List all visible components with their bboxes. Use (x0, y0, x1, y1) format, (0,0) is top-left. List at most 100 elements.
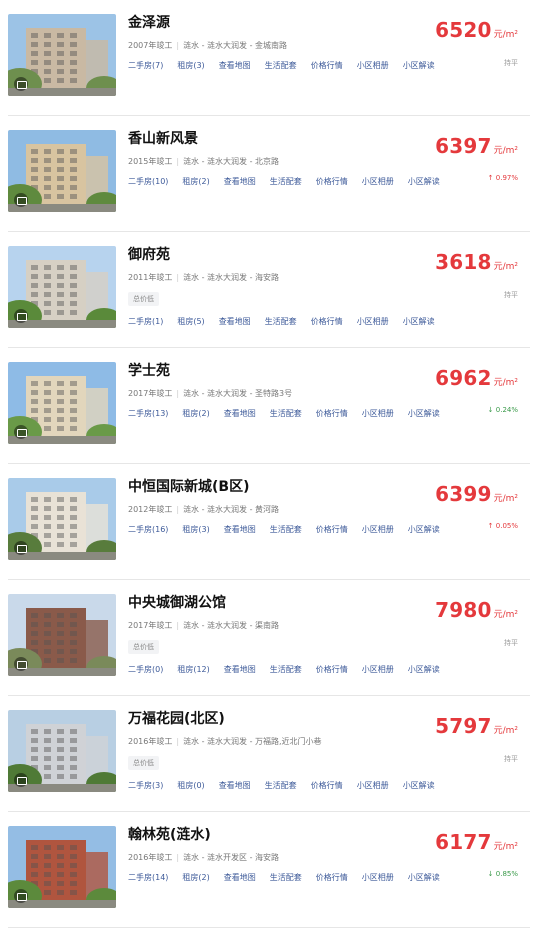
quick-link[interactable]: 租房(12) (177, 665, 209, 674)
quick-link[interactable]: 二手房(0) (128, 665, 163, 674)
quick-link[interactable]: 租房(3) (182, 525, 209, 534)
quick-link[interactable]: 查看地图 (224, 525, 256, 534)
camera-icon[interactable] (14, 773, 28, 787)
community-name[interactable]: 御府苑 (128, 244, 170, 264)
quick-link[interactable]: 查看地图 (224, 177, 256, 186)
quick-link[interactable]: 租房(2) (182, 177, 209, 186)
quick-link[interactable]: 价格行情 (311, 61, 343, 70)
community-name[interactable]: 学士苑 (128, 360, 170, 380)
list-item[interactable]: 中恒国际新城(B区) 2012年竣工 | 涟水 - 涟水大润发 - 黄河路 二手房(… (8, 464, 530, 580)
quick-link[interactable]: 生活配套 (270, 525, 302, 534)
quick-link[interactable]: 生活配套 (270, 409, 302, 418)
quick-link[interactable]: 小区解读 (408, 525, 440, 534)
quick-link[interactable]: 小区相册 (357, 317, 389, 326)
quick-link[interactable]: 生活配套 (270, 873, 302, 882)
quick-link[interactable]: 租房(5) (177, 317, 204, 326)
quick-link[interactable]: 小区解读 (408, 873, 440, 882)
quick-link[interactable]: 租房(0) (177, 781, 204, 790)
quick-link[interactable]: 价格行情 (316, 873, 348, 882)
quick-link[interactable]: 查看地图 (224, 409, 256, 418)
community-name[interactable]: 中恒国际新城(B区) (128, 476, 249, 496)
list-item[interactable]: 翰林苑(涟水) 2016年竣工 | 涟水 - 涟水开发区 - 海安路 二手房(14)… (8, 812, 530, 928)
quick-link[interactable]: 租房(2) (182, 409, 209, 418)
quick-link[interactable]: 小区相册 (362, 525, 394, 534)
community-photo[interactable] (8, 826, 116, 908)
list-item[interactable]: 金泽源 2007年竣工 | 涟水 - 涟水大润发 - 金城南路 二手房(7) 租房(3… (8, 0, 530, 116)
quick-link[interactable]: 小区相册 (362, 873, 394, 882)
community-meta: 2016年竣工 | 涟水 - 涟水开发区 - 海安路 (128, 852, 279, 863)
quick-link[interactable]: 小区相册 (357, 61, 389, 70)
list-item[interactable]: 万福花园(北区) 2016年竣工 | 涟水 - 涟水大润发 - 万福路,近北门小巷 … (8, 696, 530, 812)
community-name[interactable]: 万福花园(北区) (128, 708, 225, 728)
quick-link[interactable]: 价格行情 (316, 665, 348, 674)
meta-divider: | (176, 389, 180, 398)
quick-link[interactable]: 价格行情 (316, 525, 348, 534)
quick-link[interactable]: 价格行情 (311, 317, 343, 326)
quick-link[interactable]: 查看地图 (219, 317, 251, 326)
community-photo[interactable] (8, 362, 116, 444)
list-item[interactable]: 中央城御湖公馆 2017年竣工 | 涟水 - 涟水大润发 - 渠南路 总价低 二手房… (8, 580, 530, 696)
quick-link[interactable]: 生活配套 (265, 317, 297, 326)
feature-tag: 总价低 (128, 640, 159, 654)
community-photo[interactable] (8, 14, 116, 96)
quick-link[interactable]: 小区解读 (408, 409, 440, 418)
avg-price: 6962 元/m² (435, 366, 518, 390)
price-value: 3618 (435, 250, 492, 274)
quick-link[interactable]: 小区相册 (362, 665, 394, 674)
quick-link[interactable]: 小区解读 (408, 177, 440, 186)
community-photo[interactable] (8, 594, 116, 676)
quick-link[interactable]: 小区解读 (403, 61, 435, 70)
quick-link[interactable]: 查看地图 (219, 61, 251, 70)
quick-link[interactable]: 查看地图 (224, 665, 256, 674)
quick-link[interactable]: 二手房(16) (128, 525, 168, 534)
community-name[interactable]: 金泽源 (128, 12, 170, 32)
camera-icon[interactable] (14, 193, 28, 207)
list-item[interactable]: 香山新风景 2015年竣工 | 涟水 - 涟水大润发 - 北京路 二手房(10) 租房… (8, 116, 530, 232)
price-trend: 持平 (504, 59, 518, 67)
quick-link[interactable]: 二手房(10) (128, 177, 168, 186)
quick-link[interactable]: 生活配套 (265, 781, 297, 790)
quick-link[interactable]: 二手房(1) (128, 317, 163, 326)
quick-link[interactable]: 查看地图 (224, 873, 256, 882)
build-year: 2011年竣工 (128, 273, 173, 282)
quick-link[interactable]: 查看地图 (219, 781, 251, 790)
community-name[interactable]: 香山新风景 (128, 128, 198, 148)
camera-icon[interactable] (14, 657, 28, 671)
community-photo[interactable] (8, 246, 116, 328)
avg-price: 6397 元/m² (435, 134, 518, 158)
quick-link[interactable]: 生活配套 (270, 177, 302, 186)
quick-link[interactable]: 小区相册 (362, 409, 394, 418)
camera-icon[interactable] (14, 425, 28, 439)
district: 涟水 - 涟水大润发 - 圣特路3号 (183, 389, 293, 398)
quick-link[interactable]: 生活配套 (265, 61, 297, 70)
community-photo[interactable] (8, 478, 116, 560)
community-name[interactable]: 中央城御湖公馆 (128, 592, 226, 612)
list-item[interactable]: 御府苑 2011年竣工 | 涟水 - 涟水大润发 - 海安路 总价低 二手房(1) 租… (8, 232, 530, 348)
quick-link[interactable]: 二手房(14) (128, 873, 168, 882)
price-value: 7980 (435, 598, 492, 622)
quick-link[interactable]: 租房(3) (177, 61, 204, 70)
camera-icon[interactable] (14, 889, 28, 903)
community-photo[interactable] (8, 130, 116, 212)
quick-link[interactable]: 小区解读 (403, 781, 435, 790)
quick-link[interactable]: 小区相册 (357, 781, 389, 790)
quick-links: 二手房(7) 租房(3) 查看地图 生活配套 价格行情 小区相册 小区解读 (128, 60, 449, 71)
quick-link[interactable]: 价格行情 (316, 177, 348, 186)
camera-icon[interactable] (14, 541, 28, 555)
camera-icon[interactable] (14, 77, 28, 91)
quick-link[interactable]: 小区解读 (408, 665, 440, 674)
quick-link[interactable]: 价格行情 (311, 781, 343, 790)
quick-link[interactable]: 租房(2) (182, 873, 209, 882)
quick-link[interactable]: 生活配套 (270, 665, 302, 674)
quick-link[interactable]: 小区相册 (362, 177, 394, 186)
camera-icon[interactable] (14, 309, 28, 323)
quick-link[interactable]: 二手房(13) (128, 409, 168, 418)
community-name[interactable]: 翰林苑(涟水) (128, 824, 211, 844)
quick-link[interactable]: 价格行情 (316, 409, 348, 418)
district: 涟水 - 涟水大润发 - 北京路 (183, 157, 280, 166)
quick-link[interactable]: 二手房(3) (128, 781, 163, 790)
list-item[interactable]: 学士苑 2017年竣工 | 涟水 - 涟水大润发 - 圣特路3号 二手房(13) 租房… (8, 348, 530, 464)
quick-link[interactable]: 二手房(7) (128, 61, 163, 70)
quick-link[interactable]: 小区解读 (403, 317, 435, 326)
community-photo[interactable] (8, 710, 116, 792)
